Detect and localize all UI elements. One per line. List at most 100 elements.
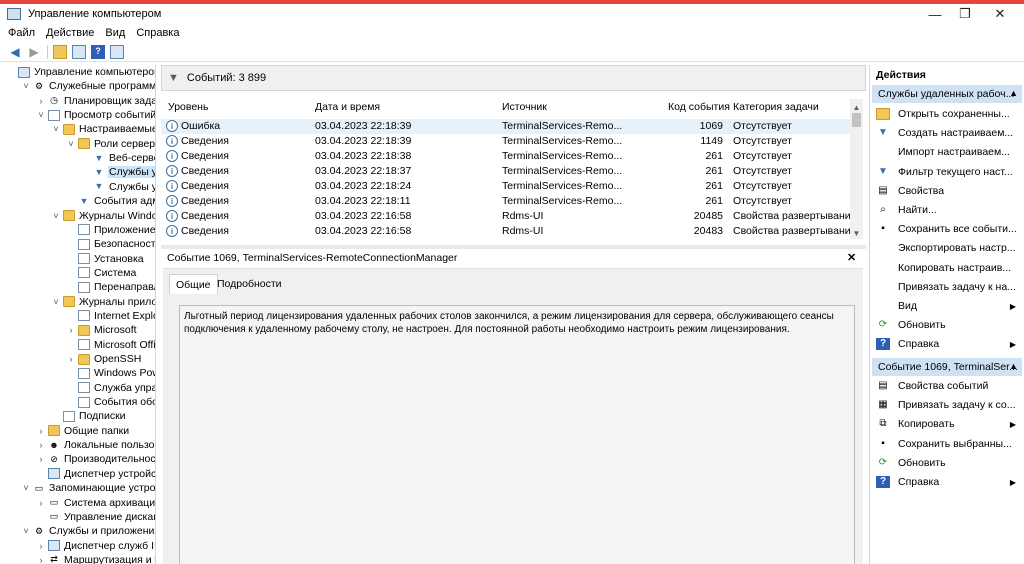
expand-down-icon[interactable]: ˅	[21, 526, 31, 536]
column-header-source[interactable]: Источник	[502, 101, 547, 113]
menu-action[interactable]: Действие	[46, 27, 94, 39]
action-item[interactable]: ▤ Свойства событий	[872, 377, 1022, 395]
tree-item[interactable]: Microsoft Office	[6, 338, 155, 352]
pane-splitter[interactable]	[161, 245, 866, 249]
table-row[interactable]: i Сведения 03.04.2023 22:18:37 TerminalServ…	[161, 164, 851, 179]
menu-file[interactable]: Файл	[8, 27, 35, 39]
tree-item[interactable]: ˅ ⚙ Службы и приложения	[6, 524, 155, 538]
tree-item[interactable]: ˅ Настраиваемые пр	[6, 122, 155, 136]
table-row[interactable]: i Сведения 03.04.2023 22:18:38 TerminalServ…	[161, 149, 851, 164]
tab-details[interactable]: Подробности	[211, 274, 288, 294]
expand-right-icon[interactable]: ›	[36, 555, 46, 564]
action-item[interactable]: ⟳ Обновить	[872, 316, 1022, 334]
column-header-event-id[interactable]: Код события	[668, 101, 730, 113]
tree-item[interactable]: Безопасность	[6, 237, 155, 251]
expand-right-icon[interactable]: ›	[66, 325, 76, 335]
minimize-button[interactable]: —	[920, 4, 950, 24]
table-row[interactable]: i Сведения 03.04.2023 22:18:11 TerminalServ…	[161, 194, 851, 209]
tree-item[interactable]: ▭ Управление дисками	[6, 510, 155, 524]
tree-item[interactable]: Система	[6, 266, 155, 280]
action-item[interactable]: ⟳ Обновить	[872, 454, 1022, 472]
scroll-down-icon[interactable]: ▼	[850, 227, 863, 239]
tree-item[interactable]: Диспетчер устройств	[6, 467, 155, 481]
tree-item[interactable]: ˅ Журналы Windows	[6, 209, 155, 223]
expand-down-icon[interactable]: ˅	[21, 81, 31, 91]
tree-item[interactable]: ▼ События админ	[6, 194, 155, 208]
action-item[interactable]: ▤ Свойства	[872, 182, 1022, 200]
tree-item[interactable]: Управление компьютером (л	[6, 65, 155, 79]
table-row[interactable]: i Сведения 03.04.2023 22:16:58 Rdms-UI 20483…	[161, 224, 856, 239]
expand-down-icon[interactable]: ˅	[51, 124, 61, 134]
tree-item[interactable]: Windows Power	[6, 366, 155, 380]
action-item[interactable]: Копировать настраив...	[872, 259, 1022, 277]
table-row[interactable]: i Ошибка 03.04.2023 22:18:39 TerminalServic…	[161, 119, 851, 134]
show-hide-action-pane-icon[interactable]	[110, 44, 124, 59]
forward-arrow-icon[interactable]: ▶	[27, 45, 41, 59]
expand-right-icon[interactable]: ›	[36, 498, 46, 508]
action-item[interactable]: ? Справка ▶	[872, 335, 1022, 353]
collapse-up-icon[interactable]: ▲	[1009, 361, 1018, 371]
tree-item[interactable]: ˅ Роли сервера	[6, 137, 155, 151]
events-scrollbar[interactable]: ▲ ▼	[850, 99, 863, 239]
tree-item[interactable]: ›☻ Локальные пользовате	[6, 438, 156, 452]
tree-item[interactable]: Установка	[6, 252, 155, 266]
expand-down-icon[interactable]: ˅	[36, 110, 46, 120]
back-arrow-icon[interactable]: ◀	[8, 45, 22, 59]
column-header-datetime[interactable]: Дата и время	[315, 101, 380, 113]
tree-item[interactable]: События обору	[6, 395, 155, 409]
tree-item[interactable]: › OpenSSH	[6, 352, 155, 366]
tree-item[interactable]: ▼ Веб-сервер	[6, 151, 155, 165]
tree-item[interactable]: ▼ Службы уда	[6, 180, 155, 194]
table-row[interactable]: i Сведения 03.04.2023 22:18:24 TerminalServ…	[161, 179, 851, 194]
expand-down-icon[interactable]: ˅	[51, 297, 61, 307]
expand-right-icon[interactable]: ›	[66, 354, 76, 364]
tree-item[interactable]: ˅ ⚙ Служебные программы	[6, 79, 155, 93]
tree-item[interactable]: › Диспетчер служб IIS	[6, 539, 156, 553]
scroll-up-icon[interactable]: ▲	[850, 101, 863, 113]
tree-item[interactable]: Приложение	[6, 223, 155, 237]
tree-item[interactable]: › Microsoft	[6, 323, 155, 337]
tree-item[interactable]: Internet Explorer	[6, 309, 155, 323]
action-item[interactable]: ⌕ Найти...	[872, 201, 1022, 219]
tree-item[interactable]: › ◷ Планировщик заданий	[6, 94, 156, 108]
close-detail-icon[interactable]: ✕	[847, 251, 861, 265]
table-row[interactable]: i Сведения 03.04.2023 22:16:58 Rdms-UI 20485…	[161, 209, 856, 224]
action-item[interactable]: ▪ Сохранить выбранны...	[872, 435, 1022, 453]
action-item[interactable]: Открыть сохраненны...	[872, 105, 1022, 123]
expand-down-icon[interactable]: ˅	[51, 211, 61, 221]
help-icon[interactable]: ?	[91, 44, 105, 59]
column-header-level[interactable]: Уровень	[168, 101, 208, 113]
action-item[interactable]: ▪ Сохранить все событи...	[872, 220, 1022, 238]
tree-item[interactable]: › Общие папки	[6, 424, 155, 438]
maximize-button[interactable]: ❐	[950, 4, 980, 24]
tree-item[interactable]: › ⊘ Производительность	[6, 452, 156, 466]
expand-right-icon[interactable]: ›	[36, 454, 46, 464]
action-item[interactable]: ▼ Создать настраиваем...	[872, 124, 1022, 142]
up-level-icon[interactable]	[53, 44, 67, 59]
action-item[interactable]: ? Справка ▶	[872, 473, 1022, 491]
tree-item[interactable]: ˅ Просмотр событий	[6, 108, 155, 122]
action-item[interactable]: ▼ Фильтр текущего наст...	[872, 163, 1022, 181]
column-header-task-category[interactable]: Категория задачи	[733, 101, 819, 113]
expand-right-icon[interactable]: ›	[36, 440, 46, 450]
tree-item[interactable]: ˅ Журналы приложе	[6, 295, 155, 309]
show-hide-tree-icon[interactable]	[72, 44, 86, 59]
expand-right-icon[interactable]: ›	[36, 426, 46, 436]
menu-view[interactable]: Вид	[105, 27, 125, 39]
tree-item[interactable]: ▼ Службы уда	[6, 165, 155, 179]
scrollbar-thumb[interactable]	[852, 113, 861, 127]
tree-item[interactable]: ˅▭ Запоминающие устройст	[6, 481, 155, 495]
action-item[interactable]: Импорт настраиваем...	[872, 143, 1022, 161]
close-button[interactable]: ✕	[985, 4, 1015, 24]
expand-down-icon[interactable]: ˅	[66, 139, 76, 149]
action-item[interactable]: Привязать задачу к на...	[872, 278, 1022, 296]
action-item[interactable]: Вид ▶	[872, 297, 1022, 315]
table-row[interactable]: i Сведения 03.04.2023 22:18:39 TerminalServ…	[161, 134, 851, 149]
action-item[interactable]: Экспортировать настр...	[872, 239, 1022, 257]
menu-help[interactable]: Справка	[136, 27, 179, 39]
tree-item[interactable]: ›▭ Система архивации да	[6, 496, 156, 510]
actions-section-log[interactable]: Службы удаленных рабоч... ▲	[872, 85, 1022, 103]
action-item[interactable]: ⧉ Копировать ▶	[872, 415, 1022, 433]
expand-right-icon[interactable]: ›	[36, 541, 46, 551]
expand-right-icon[interactable]: ›	[36, 96, 46, 106]
